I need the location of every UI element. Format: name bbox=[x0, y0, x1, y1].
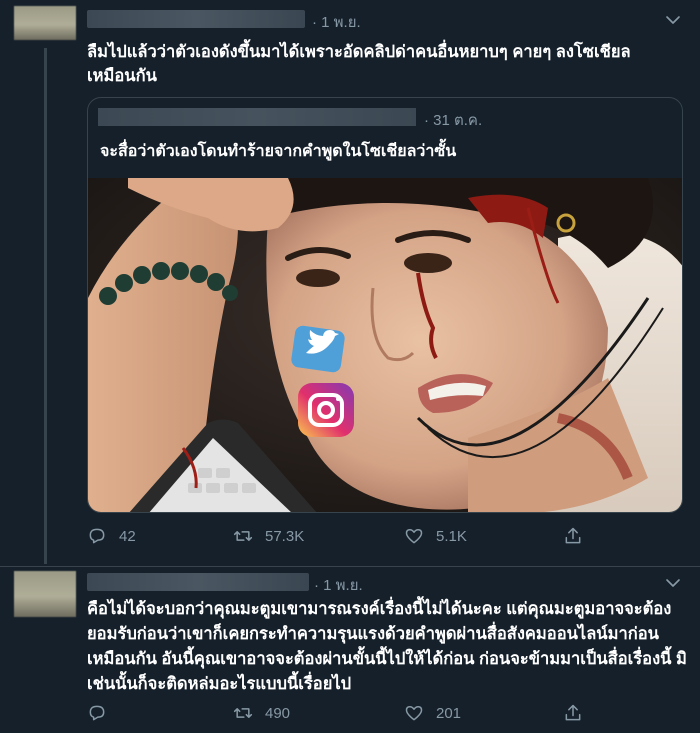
like-count: 201 bbox=[436, 704, 462, 722]
thread-line bbox=[44, 48, 47, 564]
tweet-text-line-1: คือไม่ได้จะบอกว่าคุณมะตูมเขามารณรงค์เรื่… bbox=[87, 600, 672, 618]
tweet-1[interactable]: · 1 พ.ย. ลืมไปแล้วว่าตัวเองดังขึ้นมาได้เ… bbox=[0, 0, 700, 564]
reply-button[interactable]: 42 bbox=[87, 525, 136, 547]
share-icon bbox=[565, 704, 581, 721]
tweet-text-line-2: ยอมรับก่อนว่าเขาก็เคยกระทำความรุนแรงด้วย… bbox=[87, 625, 659, 643]
tweet-timestamp[interactable]: · 1 พ.ย. bbox=[312, 10, 361, 34]
like-button[interactable]: 5.1K bbox=[404, 525, 467, 547]
chevron-down-icon[interactable] bbox=[664, 11, 682, 29]
twitter-logo-icon bbox=[291, 325, 345, 373]
author-name-redacted[interactable] bbox=[87, 573, 309, 591]
author-name-redacted[interactable] bbox=[87, 10, 305, 28]
chevron-down-icon[interactable] bbox=[664, 574, 682, 592]
reply-button[interactable] bbox=[87, 702, 119, 724]
tweet-2[interactable]: · 1 พ.ย. คือไม่ได้จะบอกว่าคุณมะตูมเขามาร… bbox=[0, 567, 700, 733]
quoted-tweet-text: จะสื่อว่าตัวเองโดนทำร้ายจากคำพูดในโซเชีย… bbox=[100, 143, 457, 160]
retweet-button[interactable]: 490 bbox=[233, 702, 290, 724]
retweet-icon bbox=[233, 531, 253, 541]
instagram-logo-icon bbox=[298, 383, 354, 437]
avatar[interactable] bbox=[14, 571, 76, 617]
avatar[interactable] bbox=[14, 6, 76, 40]
reply-icon bbox=[89, 528, 105, 544]
tweet-actions: 490 201 bbox=[87, 702, 687, 724]
retweet-icon bbox=[233, 708, 253, 718]
share-button[interactable] bbox=[563, 525, 583, 547]
like-icon bbox=[405, 706, 423, 721]
quoted-tweet-photo[interactable] bbox=[88, 178, 682, 512]
retweet-count: 57.3K bbox=[265, 527, 305, 545]
like-count: 5.1K bbox=[436, 527, 467, 545]
share-icon bbox=[565, 527, 581, 544]
like-icon bbox=[405, 529, 423, 544]
reply-icon bbox=[89, 705, 105, 721]
quoted-tweet-timestamp[interactable]: · 31 ต.ค. bbox=[424, 108, 482, 132]
tweet-text-line-2: เหมือนกัน bbox=[87, 67, 157, 85]
like-button[interactable]: 201 bbox=[404, 702, 461, 724]
tweet-text-line-3: เหมือนกัน อันนี้คุณเขาอาจจะต้องผ่านขั้นน… bbox=[87, 650, 687, 668]
tweet-text-line-4: เช่นนั้นก็จะติดหล่มอะไรแบบนี้เรื่อยไป bbox=[87, 675, 352, 693]
tweet-text-line-1: ลืมไปแล้วว่าตัวเองดังขึ้นมาได้เพราะอัดคล… bbox=[87, 43, 631, 61]
share-button[interactable] bbox=[563, 702, 583, 724]
reply-count: 42 bbox=[119, 527, 136, 545]
retweet-count: 490 bbox=[265, 704, 291, 722]
retweet-button[interactable]: 57.3K bbox=[233, 525, 304, 547]
tweet-actions: 42 57.3K 5.1K bbox=[87, 525, 687, 547]
quoted-author-name-redacted[interactable] bbox=[98, 108, 416, 126]
tweet-timestamp[interactable]: · 1 พ.ย. bbox=[314, 573, 363, 597]
quoted-tweet[interactable]: · 31 ต.ค. จะสื่อว่าตัวเองโดนทำร้ายจากคำพ… bbox=[87, 97, 683, 513]
